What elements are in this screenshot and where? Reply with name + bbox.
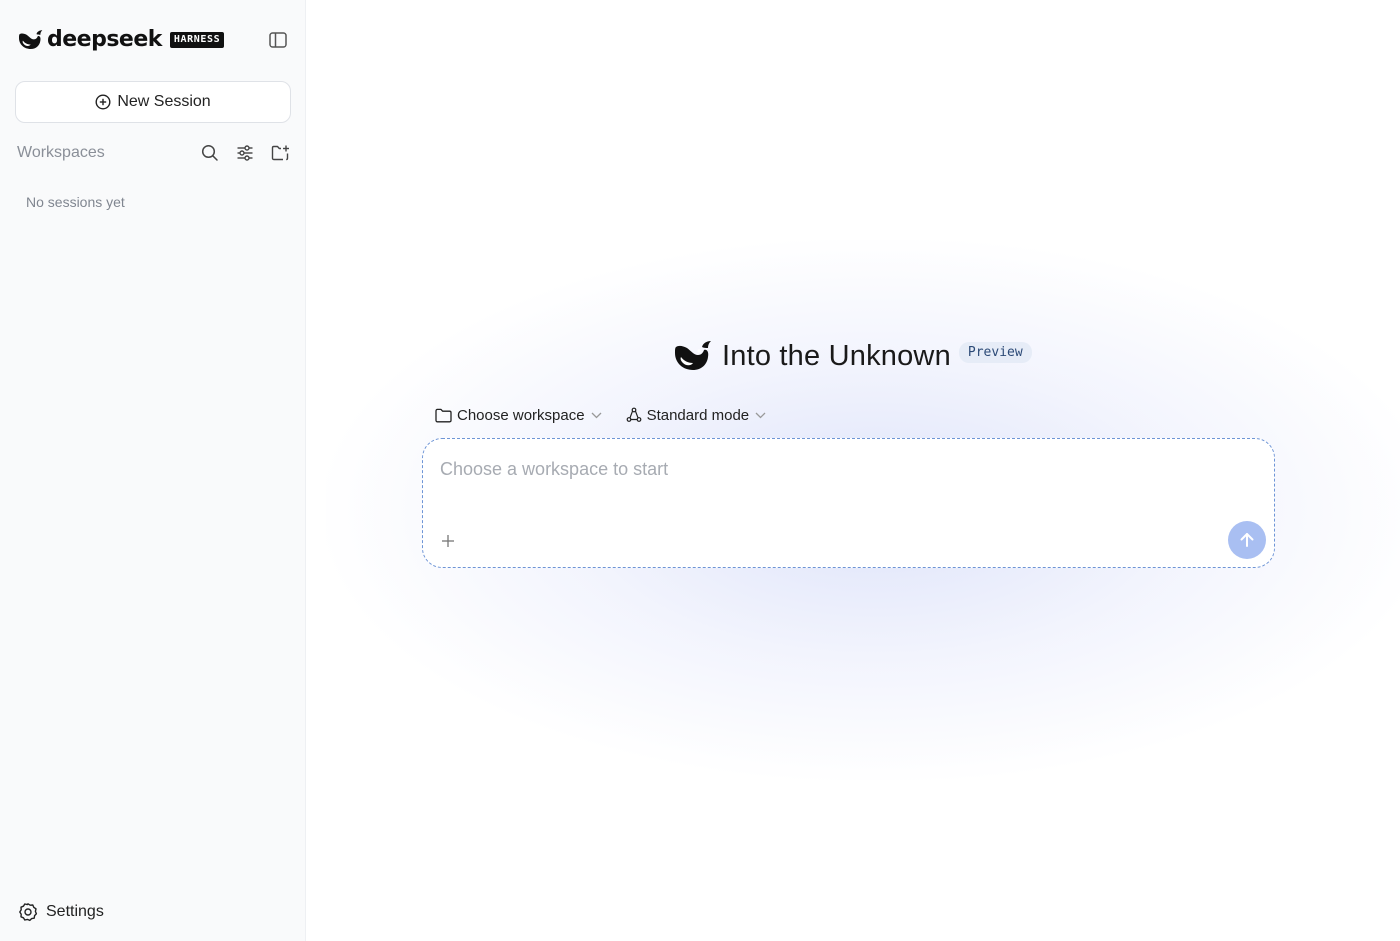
settings-button[interactable]: Settings [18,900,104,924]
workspaces-header: Workspaces [17,140,293,166]
preview-badge: Preview [958,341,1032,363]
brand-logo[interactable]: deepseek HARNESS [17,26,225,54]
workspace-selector-label: Choose workspace [457,406,585,424]
main-panel: Into the Unknown Preview Choose workspac… [306,0,1400,941]
plus-icon [442,535,454,547]
new-session-button[interactable]: New Session [15,81,291,123]
whale-logo-icon [19,30,43,50]
search-workspaces-button[interactable] [197,140,223,166]
brand-name: deepseek [47,27,162,52]
plus-circle-icon [95,94,111,110]
whale-logo-icon [675,341,711,370]
filter-workspaces-button[interactable] [232,140,258,166]
sidebar-toggle-button[interactable] [265,27,291,53]
attach-button[interactable] [435,528,461,554]
search-icon [201,144,218,161]
add-workspace-button[interactable] [267,140,293,166]
settings-label: Settings [46,903,104,920]
mode-selector[interactable]: Standard mode [626,407,767,424]
gear-icon [19,903,38,922]
chevron-down-icon [755,412,766,418]
mode-selector-label: Standard mode [646,406,750,424]
sidebar-toggle-icon [269,32,287,48]
brand-badge: HARNESS [169,32,225,48]
sidebar: deepseek HARNESS New Session Workspaces [0,0,306,941]
folder-plus-icon [271,145,289,161]
new-session-label: New Session [117,93,211,110]
workspace-selector[interactable]: Choose workspace [435,407,602,424]
empty-sessions-text: No sessions yet [26,194,125,210]
send-button[interactable] [1228,521,1266,559]
composer-selectors: Choose workspace Standard mode [435,403,790,427]
arrow-up-icon [1240,533,1254,547]
mode-cycle-icon [626,407,641,422]
chevron-down-icon [591,412,602,418]
workspaces-title: Workspaces [17,144,105,161]
prompt-input[interactable] [440,457,1220,481]
hero-heading: Into the Unknown Preview [672,336,1032,376]
sliders-icon [237,145,253,161]
composer-box [422,438,1275,568]
folder-icon [435,408,452,422]
hero-title: Into the Unknown [722,339,951,372]
